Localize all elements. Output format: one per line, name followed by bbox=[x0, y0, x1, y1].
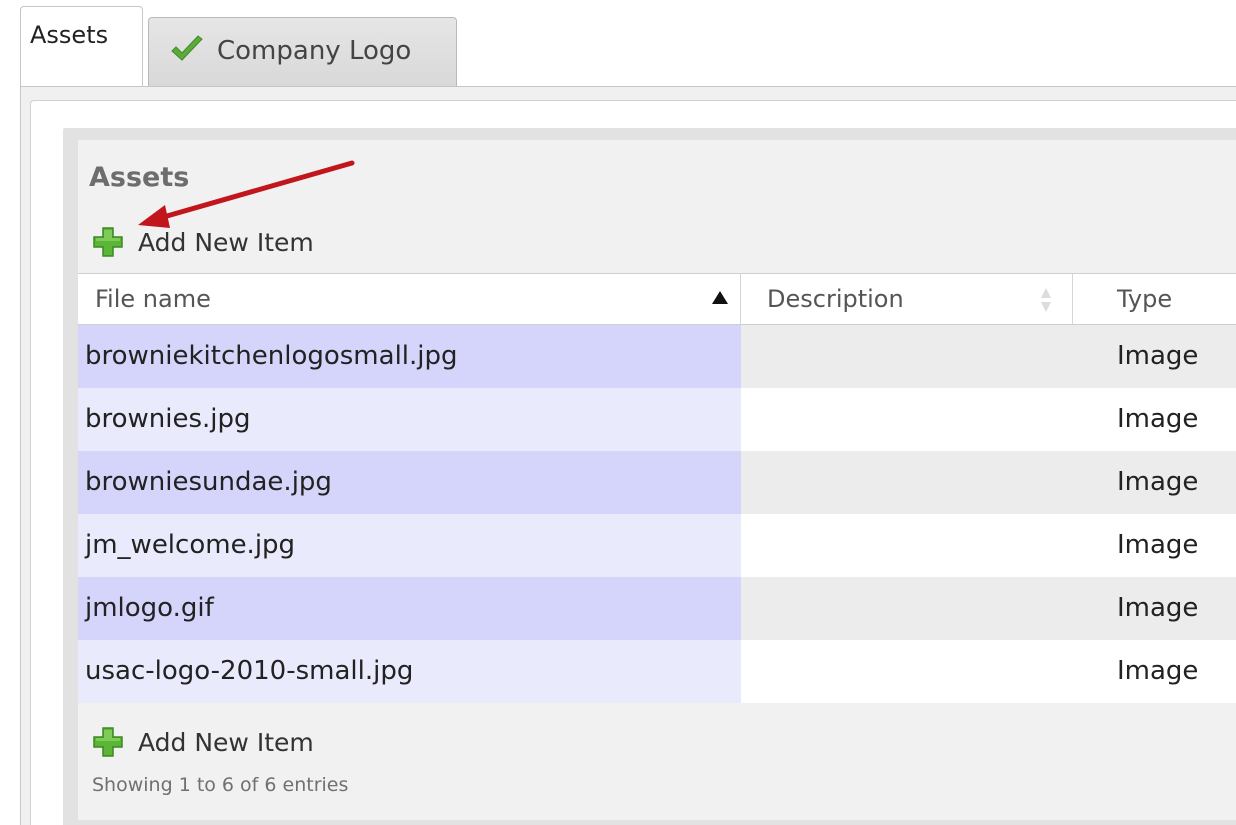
cell-description bbox=[741, 325, 1073, 388]
plus-icon bbox=[93, 227, 123, 257]
tab-assets[interactable]: Assets bbox=[20, 6, 143, 90]
cell-type: Image bbox=[1073, 640, 1236, 703]
cell-file-name: jm_welcome.jpg bbox=[78, 514, 741, 577]
column-header-type-label: Type bbox=[1117, 285, 1173, 313]
cell-description bbox=[741, 640, 1073, 703]
cell-description bbox=[741, 388, 1073, 451]
add-new-item-bottom[interactable]: Add New Item bbox=[92, 726, 314, 758]
cell-file-name: brownies.jpg bbox=[78, 388, 741, 451]
table-row[interactable]: browniesundae.jpg Image bbox=[78, 451, 1236, 514]
tab-company-logo-label: Company Logo bbox=[217, 36, 412, 66]
sort-both-icon bbox=[1041, 288, 1051, 312]
table-info: Showing 1 to 6 of 6 entries bbox=[92, 774, 349, 796]
column-header-file-name[interactable]: File name bbox=[78, 274, 741, 324]
cell-description bbox=[741, 451, 1073, 514]
cell-file-name: browniesundae.jpg bbox=[78, 451, 741, 514]
tab-company-logo[interactable]: Company Logo bbox=[148, 17, 457, 87]
checkmark-icon bbox=[171, 35, 203, 61]
cell-description bbox=[741, 514, 1073, 577]
table-row[interactable]: browniekitchenlogosmall.jpg Image bbox=[78, 325, 1236, 388]
column-header-type[interactable]: Type bbox=[1073, 274, 1236, 324]
tab-assets-label: Assets bbox=[30, 21, 109, 49]
table-row[interactable]: jm_welcome.jpg Image bbox=[78, 514, 1236, 577]
cell-type: Image bbox=[1073, 325, 1236, 388]
column-header-file-name-label: File name bbox=[95, 285, 211, 313]
column-header-description-label: Description bbox=[767, 285, 904, 313]
cell-type: Image bbox=[1073, 577, 1236, 640]
cell-file-name: jmlogo.gif bbox=[78, 577, 741, 640]
table-row[interactable]: jmlogo.gif Image bbox=[78, 577, 1236, 640]
assets-table: File name Description Type browniekitche… bbox=[78, 273, 1236, 703]
table-row[interactable]: usac-logo-2010-small.jpg Image bbox=[78, 640, 1236, 703]
sort-ascending-icon bbox=[712, 291, 728, 304]
table-row[interactable]: brownies.jpg Image bbox=[78, 388, 1236, 451]
page: Assets Company Logo Assets Add New Item … bbox=[0, 0, 1236, 825]
cell-type: Image bbox=[1073, 388, 1236, 451]
column-header-description[interactable]: Description bbox=[741, 274, 1073, 324]
add-new-item-top-label: Add New Item bbox=[138, 227, 314, 257]
panel-title: Assets bbox=[89, 162, 190, 193]
cell-type: Image bbox=[1073, 514, 1236, 577]
plus-icon bbox=[93, 727, 123, 757]
cell-file-name: browniekitchenlogosmall.jpg bbox=[78, 325, 741, 388]
table-header: File name Description Type bbox=[78, 273, 1236, 325]
tab-bar: Assets Company Logo bbox=[0, 0, 1236, 90]
cell-type: Image bbox=[1073, 451, 1236, 514]
add-new-item-top[interactable]: Add New Item bbox=[92, 226, 314, 258]
cell-file-name: usac-logo-2010-small.jpg bbox=[78, 640, 741, 703]
add-new-item-bottom-label: Add New Item bbox=[138, 727, 314, 757]
cell-description bbox=[741, 577, 1073, 640]
